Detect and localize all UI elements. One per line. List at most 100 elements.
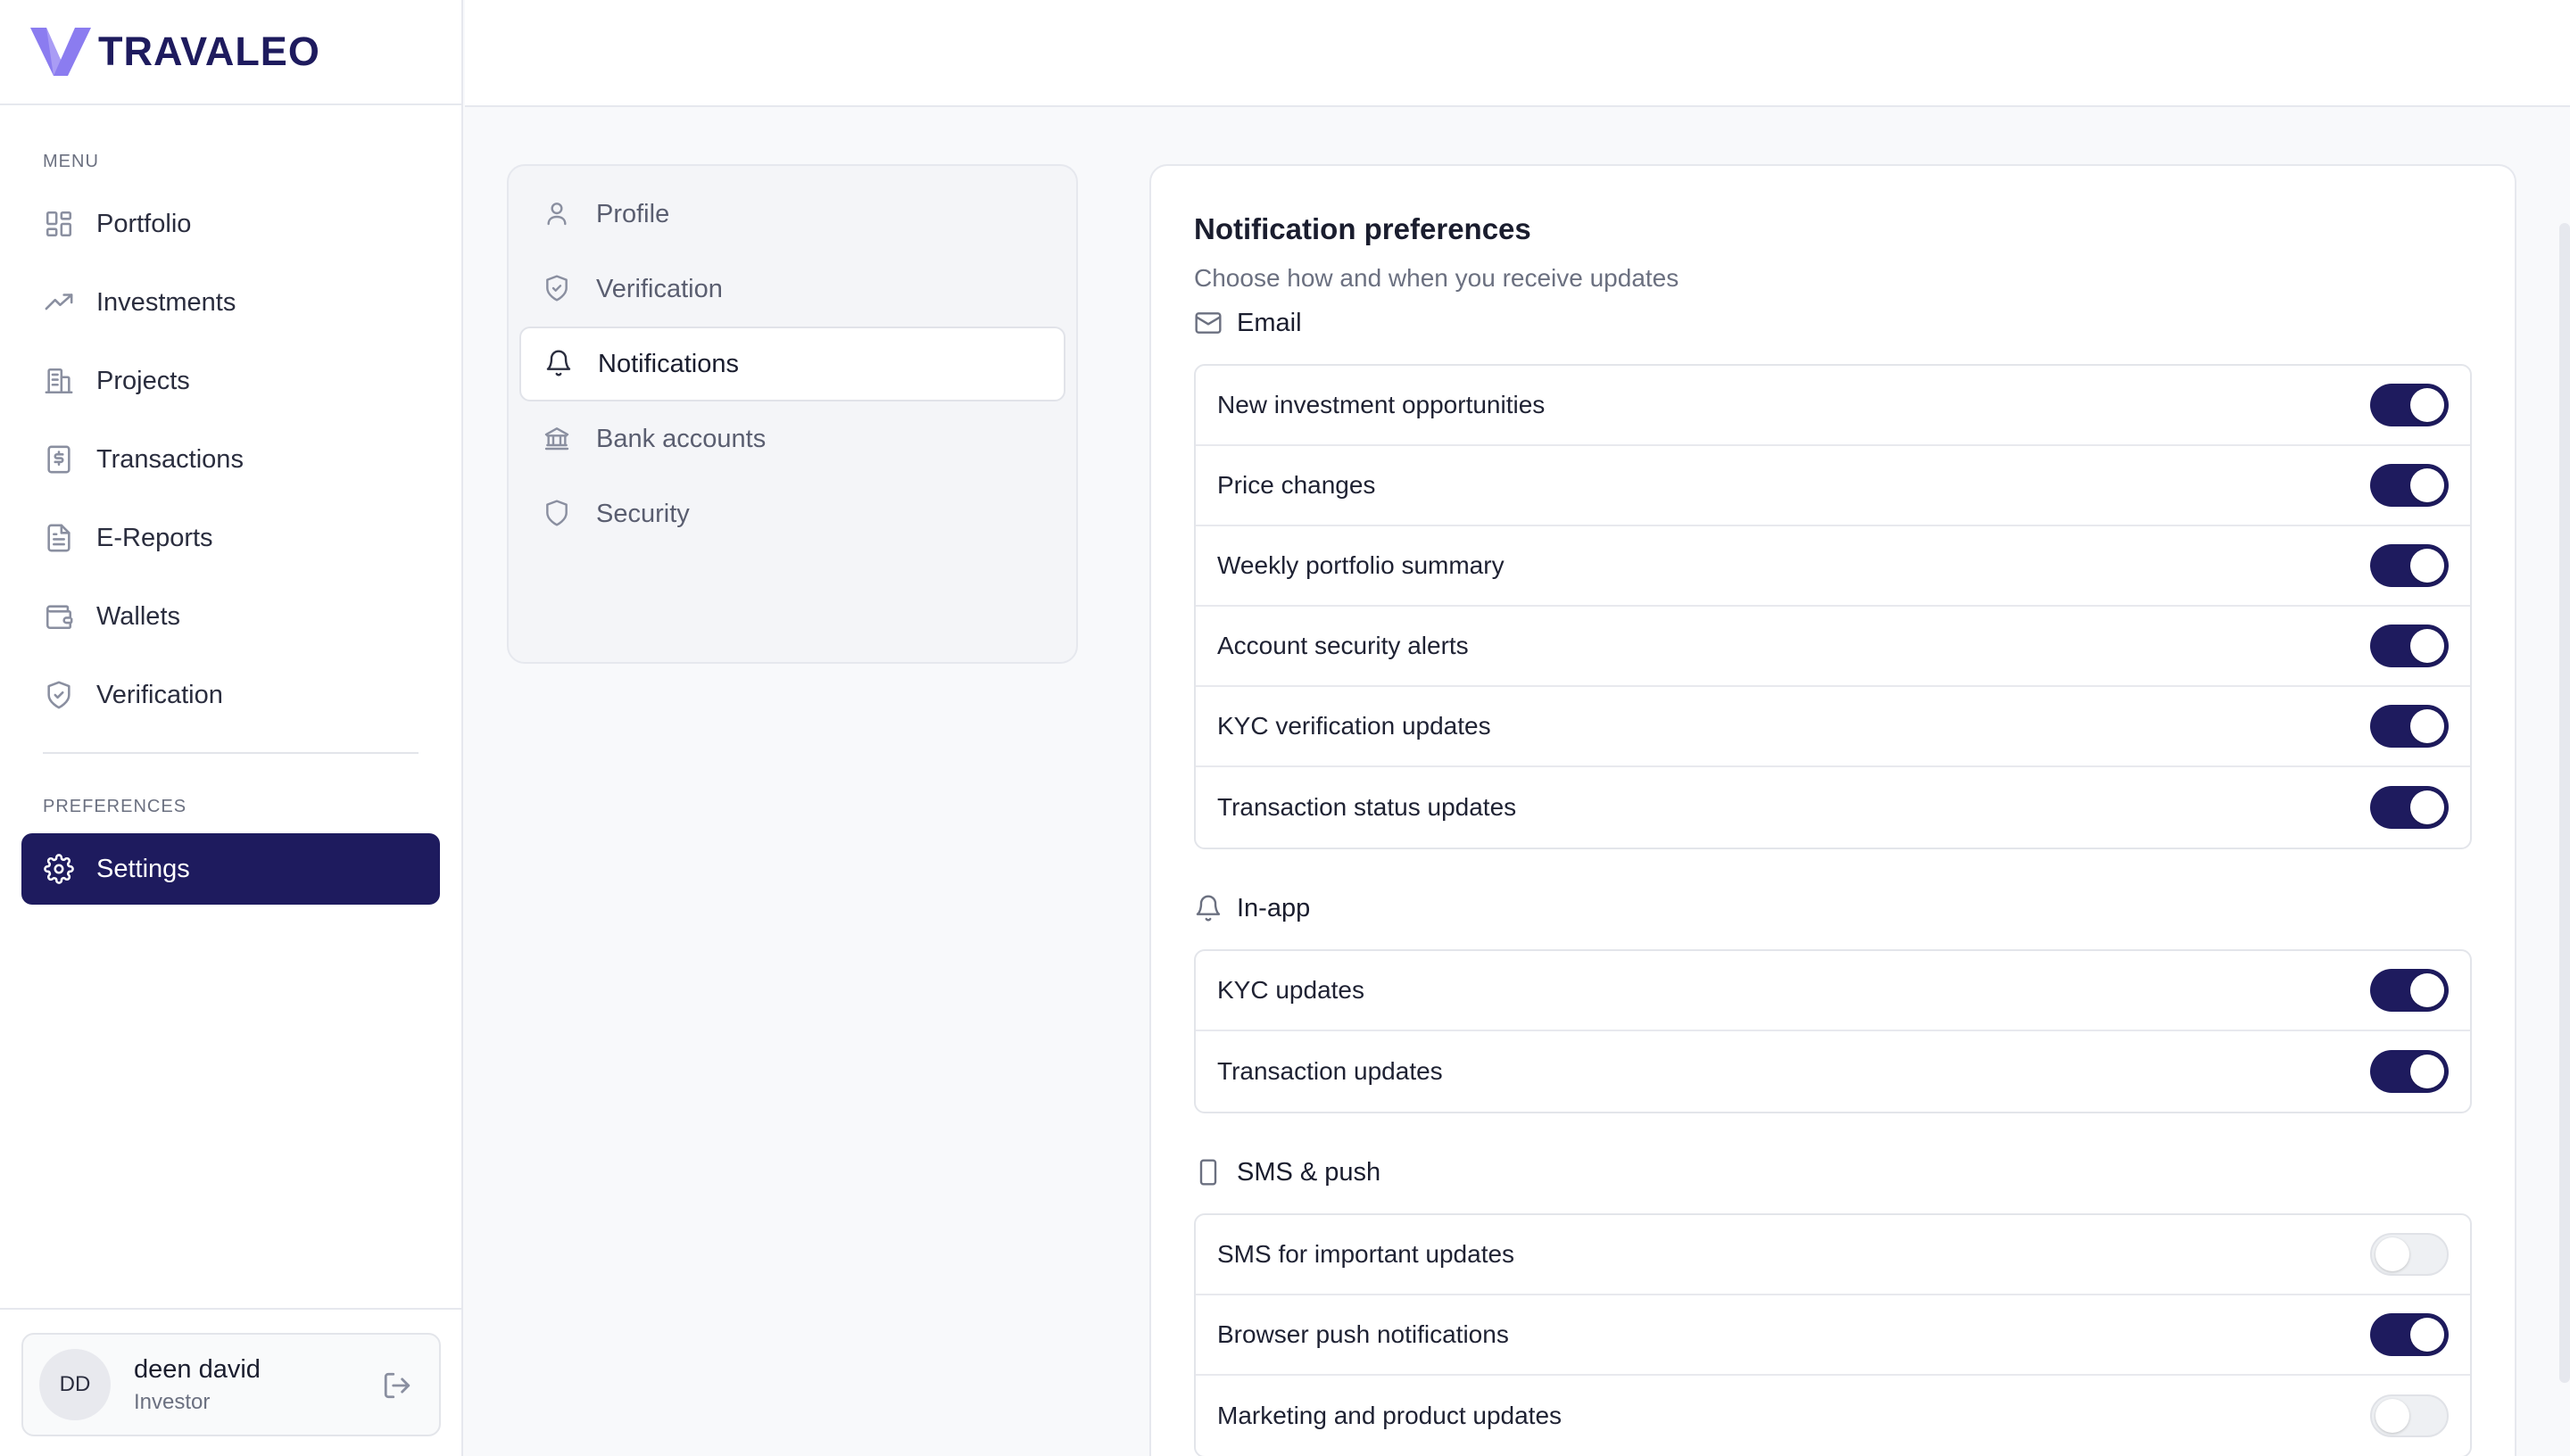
user-name: deen david — [134, 1354, 261, 1384]
toggle-switch[interactable] — [2370, 969, 2449, 1012]
preference-row: Weekly portfolio summary — [1196, 526, 2470, 607]
sidebar-item-transactions[interactable]: Transactions — [21, 424, 440, 495]
preference-row: Marketing and product updates — [1196, 1376, 2470, 1456]
tab-label: Security — [596, 499, 690, 528]
menu-section-label: MENU — [43, 152, 99, 171]
preference-label: Weekly portfolio summary — [1217, 551, 1505, 579]
toggle-knob — [2410, 709, 2444, 743]
preferences-section-label: PREFERENCES — [43, 797, 187, 816]
sidebar-item-label: Investments — [96, 287, 236, 317]
user-role: Investor — [134, 1389, 211, 1414]
preference-label: Marketing and product updates — [1217, 1402, 1563, 1429]
email-preferences-list: New investment opportunities Price chang… — [1194, 364, 2472, 849]
preference-label: New investment opportunities — [1217, 391, 1546, 418]
toggle-switch[interactable] — [2370, 786, 2449, 829]
user-info: deen david Investor — [134, 1355, 261, 1415]
toggle-switch[interactable] — [2370, 625, 2449, 667]
sidebar-item-label: Verification — [96, 680, 223, 709]
group-header-email: Email — [1194, 307, 2472, 339]
travaleo-logo-icon — [30, 28, 91, 76]
sidebar-item-wallets[interactable]: Wallets — [21, 581, 440, 652]
notification-preferences-panel: Notification preferences Choose how and … — [1149, 164, 2516, 1456]
preference-label: Transaction status updates — [1217, 793, 1517, 821]
tab-label: Profile — [596, 199, 670, 228]
toggle-switch[interactable] — [2370, 464, 2449, 507]
user-card[interactable]: DD deen david Investor — [21, 1333, 441, 1436]
toggle-knob — [2410, 388, 2444, 422]
toggle-knob — [2410, 468, 2444, 502]
preference-row: Browser push notifications — [1196, 1295, 2470, 1376]
building-icon — [43, 365, 75, 397]
toggle-switch[interactable] — [2370, 705, 2449, 748]
page-subtitle: Choose how and when you receive updates — [1194, 264, 1679, 292]
sidebar-item-label: E-Reports — [96, 523, 213, 552]
group-title: Email — [1237, 308, 1302, 337]
tab-label: Notifications — [598, 349, 739, 378]
logout-button[interactable] — [382, 1370, 412, 1401]
user-icon — [543, 199, 573, 229]
brand[interactable]: TRAVALEO — [0, 0, 461, 105]
tab-profile[interactable]: Profile — [519, 177, 1065, 252]
settings-subnav: Profile Verification Notifications Bank … — [507, 164, 1078, 664]
sidebar-item-settings[interactable]: Settings — [21, 833, 440, 905]
logout-icon — [384, 1372, 410, 1399]
in-app-preferences-list: KYC updates Transaction updates — [1194, 949, 2472, 1113]
tab-verification[interactable]: Verification — [519, 252, 1065, 327]
gear-icon — [43, 853, 75, 885]
preference-row: Price changes — [1196, 446, 2470, 526]
shield-check-icon — [43, 679, 75, 711]
preference-row: KYC updates — [1196, 951, 2470, 1031]
sidebar-item-label: Wallets — [96, 601, 180, 631]
bell-icon — [544, 349, 575, 379]
tab-label: Verification — [596, 274, 723, 303]
sidebar-item-verification[interactable]: Verification — [21, 659, 440, 731]
shield-icon — [543, 499, 573, 529]
bell-icon — [1194, 894, 1223, 922]
toggle-switch[interactable] — [2370, 1394, 2449, 1437]
sidebar-item-investments[interactable]: Investments — [21, 267, 440, 338]
trending-up-icon — [43, 286, 75, 318]
topbar — [465, 0, 2570, 107]
preference-label: SMS for important updates — [1217, 1240, 1515, 1268]
preference-label: Browser push notifications — [1217, 1320, 1509, 1348]
preference-label: Account security alerts — [1217, 632, 1469, 659]
toggle-switch[interactable] — [2370, 384, 2449, 426]
sidebar-item-label: Projects — [96, 366, 190, 395]
tab-notifications[interactable]: Notifications — [519, 327, 1065, 401]
sidebar-item-projects[interactable]: Projects — [21, 345, 440, 417]
shield-check-icon — [543, 274, 573, 304]
group-title: SMS & push — [1237, 1157, 1381, 1187]
main-nav: Portfolio Investments Projects Transacti… — [0, 188, 461, 731]
sidebar-item-e-reports[interactable]: E-Reports — [21, 502, 440, 574]
tab-bank-accounts[interactable]: Bank accounts — [519, 401, 1065, 476]
toggle-knob — [2410, 790, 2444, 824]
sms-push-preferences-list: SMS for important updates Browser push n… — [1194, 1213, 2472, 1456]
group-title: In-app — [1237, 893, 1311, 922]
brand-name: TRAVALEO — [98, 29, 320, 74]
sidebar-item-portfolio[interactable]: Portfolio — [21, 188, 440, 260]
toggle-knob — [2375, 1237, 2409, 1271]
preference-label: KYC updates — [1217, 976, 1364, 1004]
toggle-knob — [2410, 629, 2444, 663]
toggle-switch[interactable] — [2370, 1050, 2449, 1093]
toggle-switch[interactable] — [2370, 1233, 2449, 1276]
sidebar-divider — [43, 752, 419, 754]
sidebar: TRAVALEO MENU Portfolio Investments Proj… — [0, 0, 463, 1456]
toggle-knob — [2410, 973, 2444, 1007]
preference-row: KYC verification updates — [1196, 687, 2470, 767]
phone-icon — [1194, 1158, 1223, 1187]
toggle-switch[interactable] — [2370, 1313, 2449, 1356]
toggle-knob — [2375, 1399, 2409, 1433]
toggle-knob — [2410, 1318, 2444, 1352]
bank-icon — [543, 424, 573, 454]
mail-icon — [1194, 309, 1223, 337]
preference-row: New investment opportunities — [1196, 366, 2470, 446]
tab-security[interactable]: Security — [519, 476, 1065, 551]
group-header-sms-push: SMS & push — [1194, 1156, 2472, 1188]
tab-label: Bank accounts — [596, 424, 767, 453]
page-scrollbar[interactable] — [2559, 223, 2570, 1383]
preference-row: Transaction updates — [1196, 1031, 2470, 1112]
toggle-knob — [2410, 549, 2444, 583]
grid-icon — [43, 208, 75, 240]
toggle-switch[interactable] — [2370, 544, 2449, 587]
